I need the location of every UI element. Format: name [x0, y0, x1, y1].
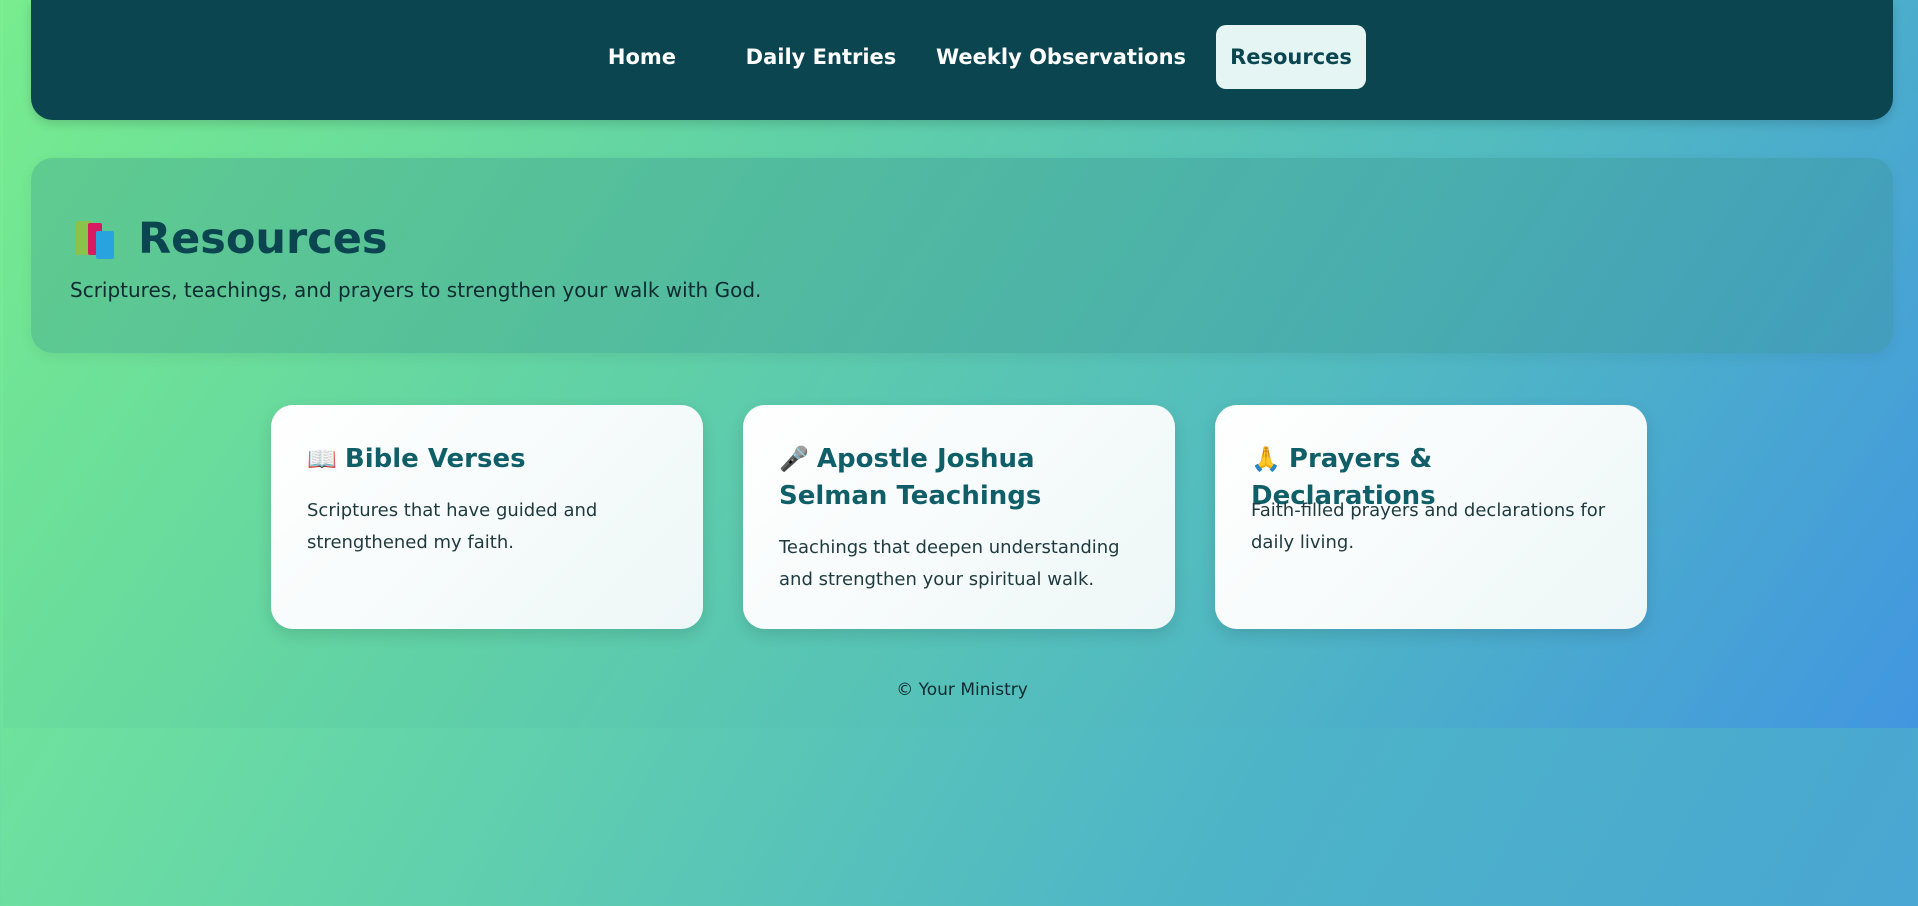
nav-item-weekly-observations[interactable]: Weekly Observations: [936, 25, 1186, 89]
hero-heading: Resources: [74, 214, 387, 264]
card-description: Faith-filled prayers and declarations fo…: [1251, 500, 1606, 553]
nav-item-daily-entries[interactable]: Daily Entries: [736, 25, 906, 89]
card-title: 📖 Bible Verses: [307, 441, 673, 478]
card-title: 🎤 Apostle Joshua Selman Teachings: [779, 441, 1145, 515]
nav-item-home[interactable]: Home: [586, 25, 698, 89]
hero-banner: Resources Scriptures, teachings, and pra…: [31, 158, 1893, 353]
page-subtitle: Scriptures, teachings, and prayers to st…: [70, 278, 762, 302]
card-description: Teachings that deepen understanding and …: [779, 537, 1120, 590]
card-description: Scriptures that have guided and strength…: [307, 500, 598, 553]
nav-item-resources[interactable]: Resources: [1216, 25, 1366, 89]
page-title: Resources: [138, 214, 388, 264]
books-icon: [74, 217, 122, 261]
page-background: Home Daily Entries Weekly Observations R…: [3, 0, 1918, 728]
card-bible-verses[interactable]: 📖 Bible Verses Scriptures that have guide…: [271, 405, 703, 629]
card-apostle-joshua-selman-teachings[interactable]: 🎤 Apostle Joshua Selman Teachings Teachin…: [743, 405, 1175, 629]
microphone-icon: 🎤: [779, 445, 809, 473]
open-book-icon: 📖: [307, 445, 337, 473]
top-navigation: Home Daily Entries Weekly Observations R…: [31, 0, 1893, 120]
card-prayers-declarations[interactable]: 🙏 Prayers & Declarations Faith-filled pra…: [1215, 405, 1647, 629]
footer-copyright: © Your Ministry: [896, 680, 1028, 700]
praying-hands-icon: 🙏: [1251, 445, 1281, 473]
